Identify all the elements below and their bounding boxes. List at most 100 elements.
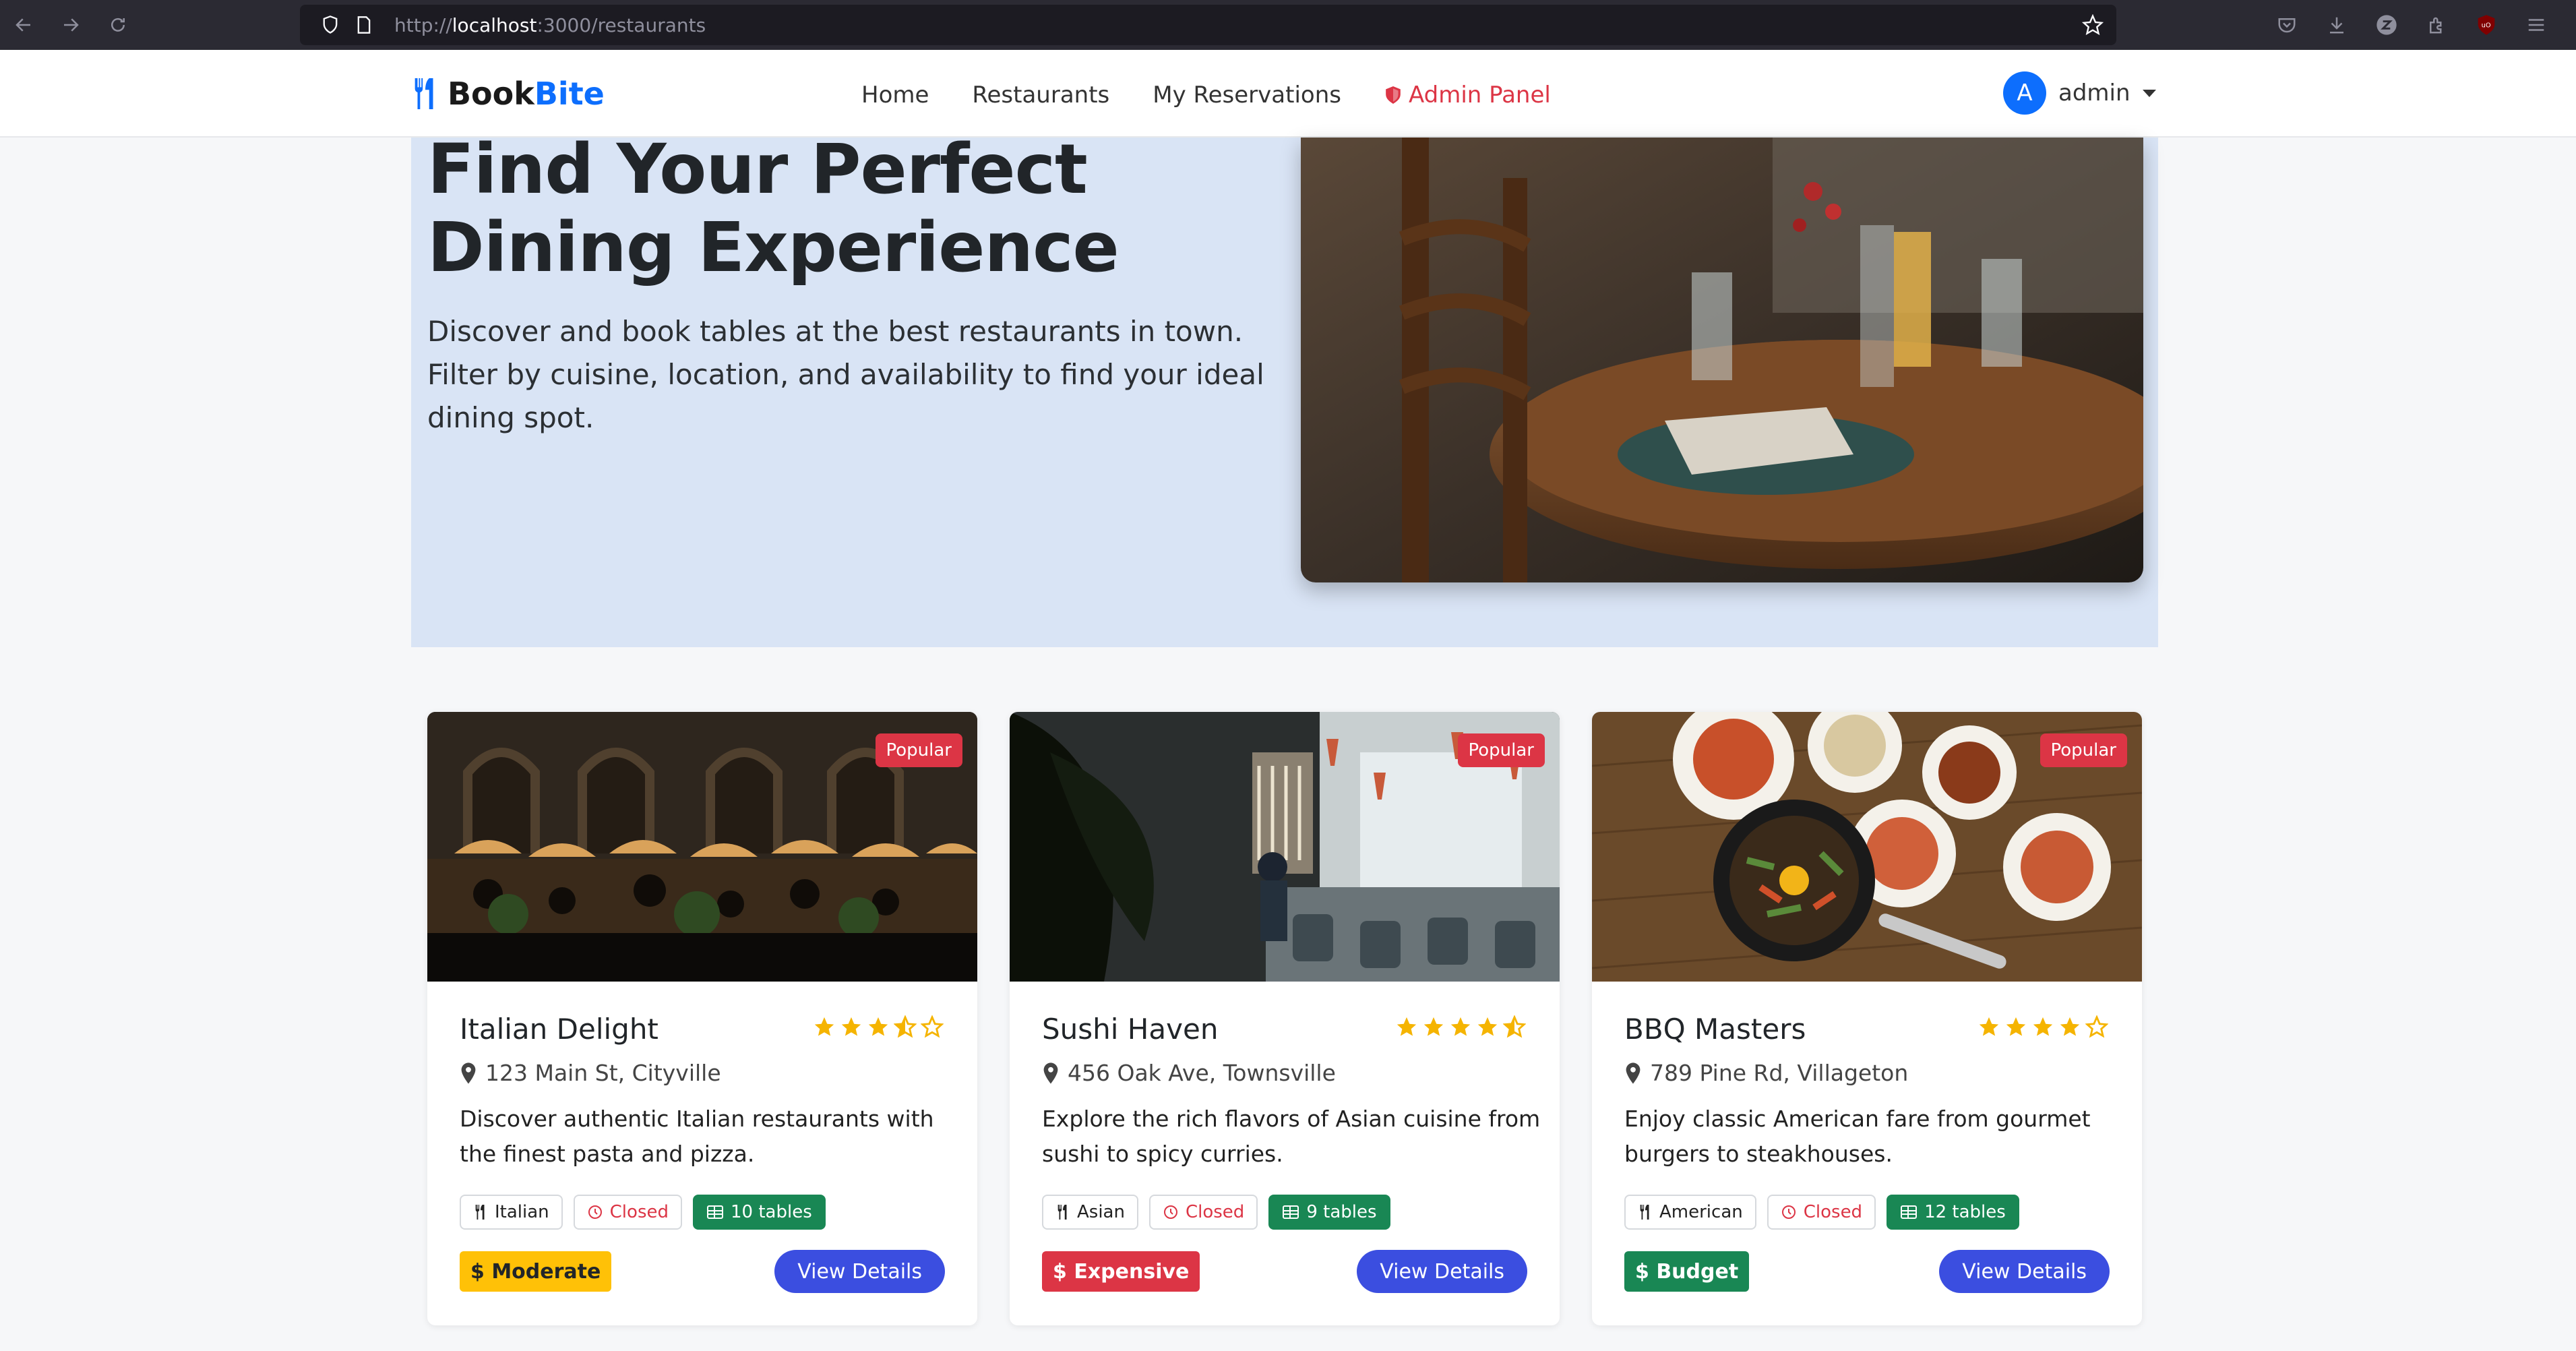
pocket-icon[interactable]	[2274, 12, 2300, 38]
svg-text:uO: uO	[2482, 22, 2491, 30]
url-host: localhost	[452, 13, 537, 36]
forward-icon[interactable]	[47, 0, 94, 50]
status-label: Closed	[609, 1202, 669, 1222]
page-icon	[347, 16, 381, 34]
view-details-button[interactable]: View Details	[1357, 1250, 1527, 1293]
restaurant-name: Sushi Haven	[1042, 1013, 1219, 1046]
url-rest: :3000/restaurants	[536, 13, 706, 36]
url-prefix: http://	[394, 13, 452, 36]
restaurant-image: Popular	[1592, 712, 2142, 982]
chevron-down-icon	[2142, 89, 2156, 97]
popular-badge: Popular	[1457, 733, 1545, 767]
back-icon[interactable]	[0, 0, 47, 50]
menu-icon[interactable]	[2523, 12, 2549, 38]
utensils-icon	[1057, 1205, 1067, 1220]
restaurant-description: Discover authentic Italian restaurants w…	[460, 1106, 934, 1167]
utensils-icon	[475, 1205, 485, 1220]
brand-part1: Book	[448, 76, 534, 112]
utensils-icon	[1640, 1205, 1649, 1220]
status-tag: Closed	[1767, 1195, 1876, 1230]
price-badge: $ Moderate	[460, 1251, 612, 1292]
nav-links: Home Restaurants My Reservations Admin P…	[861, 74, 1551, 116]
user-name: admin	[2058, 80, 2130, 107]
cuisine-label: American	[1659, 1202, 1743, 1222]
address-text: 789 Pine Rd, Villageton	[1650, 1060, 1909, 1086]
hero-image	[1301, 138, 2143, 582]
star-icon	[2060, 1017, 2080, 1036]
restaurant-image: Popular	[427, 712, 977, 982]
restaurant-card[interactable]: Popular Sushi Haven 456 Oak Ave, Townsvi…	[1010, 712, 1560, 1325]
table-icon	[707, 1205, 723, 1219]
restaurant-address: 789 Pine Rd, Villageton	[1624, 1060, 1908, 1086]
cuisine-label: Italian	[495, 1202, 549, 1222]
utensils-icon	[415, 78, 433, 109]
table-icon	[1901, 1205, 1918, 1219]
nav-restaurants[interactable]: Restaurants	[972, 74, 1109, 116]
browser-toolbar: http://localhost:3000/restaurants uO	[0, 0, 2576, 50]
table-icon	[1283, 1205, 1299, 1219]
tables-label: 12 tables	[1924, 1202, 2006, 1222]
cuisine-tag: American	[1624, 1195, 1756, 1230]
star-icon	[868, 1017, 888, 1036]
cuisine-tag: Asian	[1042, 1195, 1138, 1230]
site-navbar: Book Bite Home Restaurants My Reservation…	[0, 50, 2576, 138]
popular-badge: Popular	[2040, 733, 2127, 767]
reload-icon[interactable]	[94, 0, 142, 50]
user-menu[interactable]: A admin	[2003, 71, 2156, 115]
restaurant-image: Popular	[1010, 712, 1560, 982]
star-icon	[1423, 1017, 1444, 1036]
nav-admin-panel[interactable]: Admin Panel	[1384, 74, 1551, 116]
star-empty-icon	[921, 1015, 944, 1038]
star-icon	[2006, 1017, 2026, 1036]
status-label: Closed	[1803, 1202, 1863, 1222]
star-icon	[1397, 1017, 1417, 1036]
map-pin-icon	[1043, 1062, 1058, 1084]
status-label: Closed	[1185, 1202, 1245, 1222]
star-icon	[1450, 1017, 1471, 1036]
rating-stars	[1977, 1015, 2108, 1038]
brand-logo[interactable]: Book Bite	[410, 70, 605, 117]
admin-panel-label: Admin Panel	[1408, 82, 1551, 109]
extension-z-icon[interactable]	[2374, 12, 2399, 38]
view-details-button[interactable]: View Details	[1939, 1250, 2110, 1293]
clock-icon	[588, 1205, 602, 1219]
price-badge: $ Budget	[1624, 1251, 1750, 1292]
address-bar[interactable]: http://localhost:3000/restaurants	[300, 5, 2116, 45]
status-tag: Closed	[1148, 1195, 1258, 1230]
clock-icon	[1163, 1205, 1177, 1219]
restaurant-description: Enjoy classic American fare from gourmet…	[1624, 1106, 2091, 1167]
star-empty-icon	[2085, 1015, 2108, 1038]
cuisine-tag: Italian	[460, 1195, 563, 1230]
extensions-icon[interactable]	[2424, 12, 2449, 38]
star-icon	[1477, 1017, 1498, 1036]
restaurant-card[interactable]: Popular Italian Delight 123 Main St, Cit…	[427, 712, 977, 1325]
avatar: A	[2003, 71, 2046, 115]
star-icon	[1979, 1017, 1999, 1036]
hero-section: Find Your Perfect Dining Experience Disc…	[411, 131, 2158, 647]
hero-subtitle: Discover and book tables at the best res…	[427, 315, 1264, 434]
restaurant-card[interactable]: Popular BBQ Masters 789 Pine Rd, Village…	[1592, 712, 2142, 1325]
shield-icon[interactable]	[313, 15, 347, 35]
ublock-icon[interactable]: uO	[2474, 12, 2499, 38]
address-text: 123 Main St, Cityville	[485, 1060, 721, 1086]
tables-tag: 9 tables	[1268, 1195, 1390, 1230]
tables-tag: 12 tables	[1887, 1195, 2019, 1230]
popular-badge: Popular	[875, 733, 962, 767]
tag-list: Asian Closed 9 tables	[1042, 1195, 1390, 1230]
cuisine-label: Asian	[1077, 1202, 1125, 1222]
price-badge: $ Expensive	[1042, 1251, 1200, 1292]
restaurant-name: Italian Delight	[460, 1013, 658, 1046]
map-pin-icon	[461, 1062, 476, 1084]
status-tag: Closed	[573, 1195, 682, 1230]
tables-tag: 10 tables	[693, 1195, 826, 1230]
view-details-button[interactable]: View Details	[774, 1250, 945, 1293]
download-icon[interactable]	[2324, 12, 2350, 38]
nav-my-reservations[interactable]: My Reservations	[1153, 74, 1341, 116]
star-icon	[814, 1017, 834, 1036]
star-icon	[2033, 1017, 2053, 1036]
restaurant-address: 456 Oak Ave, Townsville	[1042, 1060, 1336, 1086]
tag-list: American Closed 12 tables	[1624, 1195, 2019, 1230]
nav-home[interactable]: Home	[861, 74, 929, 116]
brand-part2: Bite	[534, 76, 605, 112]
bookmark-star-icon[interactable]	[2076, 5, 2110, 45]
